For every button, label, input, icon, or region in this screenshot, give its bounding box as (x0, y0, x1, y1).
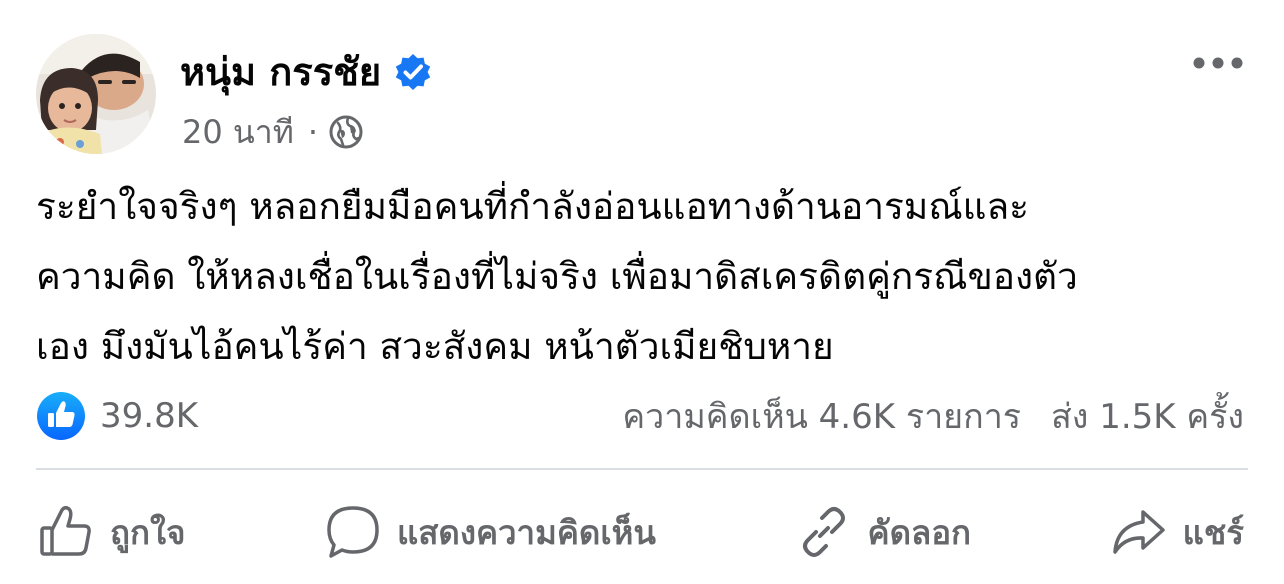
post-meta: 20 นาที · (182, 108, 364, 156)
share-label: แชร์ (1182, 512, 1244, 552)
avatar[interactable] (36, 34, 156, 154)
more-options-icon[interactable] (1192, 48, 1244, 78)
thumbs-up-icon (40, 505, 91, 556)
copy-link-button[interactable]: คัดลอก (794, 502, 972, 562)
like-label: ถูกใจ (110, 512, 186, 552)
share-button[interactable]: แชร์ (1109, 502, 1244, 562)
author-name-link[interactable]: หนุ่ม กรรชัย (180, 44, 433, 100)
author-name: หนุ่ม กรรชัย (180, 50, 382, 94)
comments-count[interactable]: ความคิดเห็น 4.6K รายการ (622, 389, 1021, 443)
reactions-count: 39.8K (100, 396, 198, 436)
stats-right: ความคิดเห็น 4.6K รายการ ส่ง 1.5K ครั้ง (622, 389, 1244, 443)
shares-count[interactable]: ส่ง 1.5K ครั้ง (1051, 389, 1244, 443)
copy-label: คัดลอก (867, 512, 972, 552)
post-stats: 39.8K ความคิดเห็น 4.6K รายการ ส่ง 1.5K ค… (36, 390, 1244, 442)
share-arrow-icon (1112, 510, 1165, 554)
post-time[interactable]: 20 นาที (182, 108, 294, 156)
avatar-image (36, 34, 156, 154)
like-button[interactable]: ถูกใจ (36, 502, 185, 562)
link-icon (802, 507, 845, 557)
action-bar: ถูกใจ แสดงความคิดเห็น คัดลอก แชร์ (36, 496, 1244, 568)
comment-bubble-icon (327, 506, 379, 558)
comment-label: แสดงความคิดเห็น (396, 512, 656, 552)
globe-icon[interactable] (328, 114, 364, 150)
like-reaction-icon (37, 392, 85, 440)
post-card: หนุ่ม กรรชัย 20 นาที · ระยำใจจริงๆ หลอกย… (0, 0, 1284, 584)
verified-badge-icon (396, 54, 431, 90)
reactions-summary[interactable]: 39.8K (36, 391, 198, 441)
comment-button[interactable]: แสดงความคิดเห็น (323, 502, 656, 562)
meta-separator: · (307, 113, 318, 151)
post-text: ระยำใจจริงๆ หลอกยืมมือคนที่กำลังอ่อนแอทา… (36, 185, 1078, 368)
divider (36, 468, 1248, 470)
